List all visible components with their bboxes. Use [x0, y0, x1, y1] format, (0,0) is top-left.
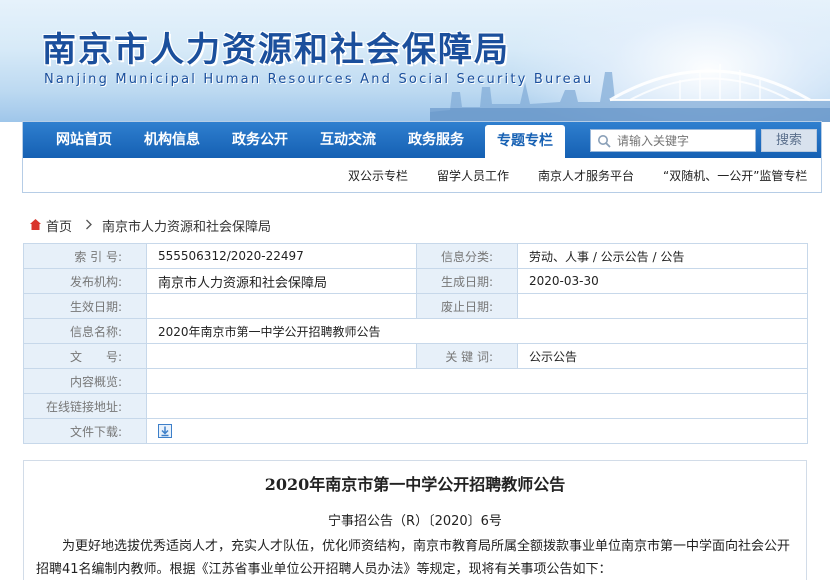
effective-date-label: 生效日期:: [23, 293, 147, 319]
article-body: 为更好地选拔优秀适岗人才，充实人才队伍，优化师资结构，南京市教育局所属全额拨款事…: [36, 539, 791, 577]
publisher-label: 发布机构:: [23, 268, 147, 294]
publisher-value: 南京市人力资源和社会保障局: [146, 268, 417, 294]
download-icon[interactable]: [158, 424, 172, 439]
expiry-date-label: 废止日期:: [416, 293, 518, 319]
article-doc-number: 宁事招公告（R）〔2020〕6号: [328, 514, 502, 529]
nav-item-special-topics[interactable]: 专题专栏: [485, 125, 565, 158]
search-button[interactable]: 搜索: [761, 129, 817, 152]
nav-item-organization[interactable]: 机构信息: [144, 122, 200, 158]
article-content: 2020年南京市第一中学公开招聘教师公告 宁事招公告（R）〔2020〕6号 为更…: [23, 460, 807, 580]
table-row: 生效日期: 废止日期:: [23, 293, 808, 319]
created-date-label: 生成日期:: [416, 268, 518, 294]
online-link-label: 在线链接地址:: [23, 393, 147, 419]
nav-item-home[interactable]: 网站首页: [56, 122, 112, 158]
summary-label: 内容概览:: [23, 368, 147, 394]
doc-number-label: 文 号:: [23, 343, 147, 369]
breadcrumb-current[interactable]: 南京市人力资源和社会保障局: [102, 216, 271, 235]
article-title: 2020年南京市第一中学公开招聘教师公告: [264, 475, 566, 494]
search-box: [590, 129, 756, 152]
site-banner: 南京市人力资源和社会保障局 Nanjing Municipal Human Re…: [0, 0, 830, 122]
nav-bar: 网站首页 机构信息 政务公开 互动交流 政务服务 专题专栏 搜索: [23, 122, 821, 158]
subnav-item-supervision[interactable]: “双随机、一公开”监管专栏: [663, 167, 807, 184]
expiry-date-value: [517, 293, 808, 319]
doc-number-value: [146, 343, 417, 369]
index-label: 索 引 号:: [23, 243, 147, 269]
effective-date-value: [146, 293, 417, 319]
nav-item-services[interactable]: 政务服务: [408, 122, 464, 158]
info-name-value: 2020年南京市第一中学公开招聘教师公告: [146, 318, 808, 344]
info-name-label: 信息名称:: [23, 318, 147, 344]
table-row: 在线链接地址:: [23, 393, 808, 419]
nav-item-interaction[interactable]: 互动交流: [320, 122, 376, 158]
table-row: 文件下载:: [23, 418, 808, 444]
file-download-label: 文件下载:: [23, 418, 147, 444]
subnav-item-talent-platform[interactable]: 南京人才服务平台: [538, 167, 634, 184]
index-value: 555506312/2020-22497: [146, 243, 417, 269]
location-marker-icon: [30, 219, 41, 230]
main-navigation: 网站首页 机构信息 政务公开 互动交流 政务服务 专题专栏 搜索 双公示专栏 留…: [22, 121, 822, 193]
table-row: 索 引 号: 555506312/2020-22497 信息分类: 劳动、人事 …: [23, 243, 808, 269]
table-row: 发布机构: 南京市人力资源和社会保障局 生成日期: 2020-03-30: [23, 268, 808, 294]
search-input[interactable]: [617, 131, 753, 150]
online-link-value: [146, 393, 808, 419]
sub-navigation: 双公示专栏 留学人员工作 南京人才服务平台 “双随机、一公开”监管专栏: [23, 158, 821, 192]
file-download-cell: [146, 418, 808, 444]
category-value: 劳动、人事 / 公示公告 / 公告: [517, 243, 808, 269]
keywords-label: 关 键 词:: [416, 343, 518, 369]
subnav-item-overseas-students[interactable]: 留学人员工作: [437, 167, 509, 184]
keywords-value: 公示公告: [517, 343, 808, 369]
category-label: 信息分类:: [416, 243, 518, 269]
nav-item-government-affairs[interactable]: 政务公开: [232, 122, 288, 158]
table-row: 信息名称: 2020年南京市第一中学公开招聘教师公告: [23, 318, 808, 344]
breadcrumb-home[interactable]: 首页: [46, 216, 72, 235]
summary-value: [146, 368, 808, 394]
created-date-value: 2020-03-30: [517, 268, 808, 294]
site-subtitle: Nanjing Municipal Human Resources And So…: [44, 72, 594, 87]
subnav-item-double-publicity[interactable]: 双公示专栏: [348, 167, 408, 184]
search-icon: [598, 135, 611, 148]
table-row: 文 号: 关 键 词: 公示公告: [23, 343, 808, 369]
site-title: 南京市人力资源和社会保障局: [42, 30, 510, 70]
document-info-table: 索 引 号: 555506312/2020-22497 信息分类: 劳动、人事 …: [23, 243, 808, 444]
chevron-right-icon: [86, 219, 92, 230]
table-row: 内容概览:: [23, 368, 808, 394]
